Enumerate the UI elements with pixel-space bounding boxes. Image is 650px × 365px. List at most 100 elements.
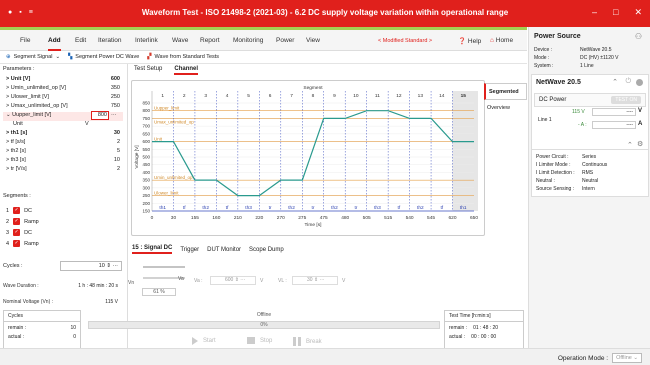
tab-trigger[interactable]: Trigger — [180, 247, 199, 253]
home-button[interactable]: ⌂ Home — [490, 37, 513, 44]
x-tick-label: 540 — [406, 215, 414, 221]
menu-monitoring[interactable]: Monitoring — [233, 37, 263, 44]
param-row[interactable]: > th2 [s] 5 — [3, 148, 123, 157]
va-input[interactable]: 600 ⇕ ··· — [210, 276, 256, 285]
checkbox-checked-icon[interactable]: ✓ — [13, 229, 21, 236]
operation-mode-select[interactable]: Offline ⌄ — [612, 353, 642, 363]
segment-item[interactable]: 1 ✓ DC — [6, 206, 32, 215]
power-source-panel: Power Source ⚇ Device : NetWave 20.5 Mode… — [528, 27, 650, 348]
region-label: th2 — [202, 205, 209, 211]
tab-test-setup[interactable]: Test Setup — [134, 66, 162, 75]
menu-file[interactable]: File — [20, 37, 30, 44]
test-on-button[interactable]: TEST ON — [611, 96, 641, 104]
actual-label: actual : — [8, 334, 25, 340]
connect-icon[interactable]: ⚇ — [635, 32, 642, 41]
region-label: tr — [269, 205, 272, 211]
tab-overview[interactable]: Overview — [484, 100, 527, 117]
y-tick-label: 300 — [142, 185, 150, 190]
param-row[interactable]: > th1 [s] 30 — [3, 130, 123, 139]
param-name: th3 [s] — [10, 157, 26, 163]
segment-item[interactable]: 2 ✓ Ramp — [6, 217, 39, 226]
break-button[interactable]: Break — [293, 337, 322, 346]
power-icon[interactable]: ⏻ — [625, 78, 631, 86]
segment-number-label: 6 — [269, 93, 272, 99]
percent-input[interactable]: 61 % — [142, 288, 176, 296]
device-row: Device : NetWave 20.5 — [534, 47, 612, 53]
close-icon[interactable]: ✕ — [634, 7, 642, 18]
tab-dut-monitor[interactable]: DUT Monitor — [207, 247, 241, 253]
minimize-icon[interactable]: – — [592, 7, 597, 18]
segment-number-label: 7 — [290, 93, 293, 99]
help-button[interactable]: ❓ Help — [458, 37, 481, 45]
menu-edit[interactable]: Edit — [75, 37, 86, 44]
x-tick-label: 480 — [341, 215, 349, 221]
sensing-label: Source Sensing : — [536, 186, 575, 192]
menu-iteration[interactable]: Iteration — [98, 37, 122, 44]
x-tick-label: 30 — [171, 215, 177, 221]
menu-report[interactable]: Report — [200, 37, 220, 44]
param-key: > tf [s/s] — [6, 139, 26, 145]
tab-segmented[interactable]: Segmented — [484, 83, 527, 100]
param-row[interactable]: > tf [s/s] 2 — [3, 139, 123, 148]
start-button[interactable]: Start — [192, 337, 216, 345]
checkbox-checked-icon[interactable]: ✓ — [13, 207, 21, 214]
menu-add[interactable]: Add — [48, 37, 61, 51]
wave-from-standard-button[interactable]: ▞ Wave from Standard Tests — [147, 54, 219, 60]
more-icon[interactable]: ··· — [111, 112, 117, 118]
chevron-down-icon: ⌄ — [55, 54, 61, 60]
collapse-icon[interactable]: ⌃ — [627, 141, 633, 149]
cycles-input[interactable]: 10 ⇕ ··· — [60, 261, 122, 271]
va-value: 600 — [225, 277, 234, 283]
menu-wave[interactable]: Wave — [172, 37, 188, 44]
limit-detection-label: I Limit Detection : — [536, 170, 575, 176]
segment-power-dc-button[interactable]: ▚ Segment Power DC Wave — [68, 54, 139, 60]
accent-strip — [0, 27, 527, 30]
param-row[interactable]: > th3 [s] 10 — [3, 157, 123, 166]
vl-input[interactable]: 30 ⇕ ··· — [292, 276, 338, 285]
tab-scope-dump[interactable]: Scope Dump — [249, 247, 284, 253]
param-row[interactable]: > Umin_unlimited_op [V] 350 — [3, 85, 123, 94]
pause-icon — [293, 337, 301, 346]
x-tick-label: 650 — [470, 215, 478, 221]
param-name: Unit [V] — [10, 76, 31, 82]
param-row[interactable]: > Unit [V] 600 — [3, 76, 123, 85]
test-time-actual-row: actual : 00 : 00 : 00 — [445, 331, 523, 340]
region-label: tf — [183, 205, 186, 211]
region-label: th2 — [288, 205, 295, 211]
param-name: tf [s/s] — [10, 139, 26, 145]
region-label: tf — [226, 205, 229, 211]
settings-icon[interactable]: ⚙ — [637, 140, 643, 148]
checkbox-checked-icon[interactable]: ✓ — [13, 240, 21, 247]
maximize-icon[interactable]: □ — [613, 7, 618, 18]
parameters-header: Parameters : — [3, 66, 35, 72]
segment-signal-button[interactable]: ⊕ Segment Signal ⌄ — [6, 54, 60, 60]
param-name: th2 [s] — [10, 148, 26, 154]
checkbox-checked-icon[interactable]: ✓ — [13, 218, 21, 225]
cycles-label: Cycles : — [3, 263, 23, 269]
mode-label: Mode : — [534, 55, 550, 61]
y-tick-label: 550 — [142, 147, 150, 152]
x-tick-label: 275 — [298, 215, 306, 221]
tab-channel[interactable]: Channel — [174, 66, 198, 75]
x-tick-label: 220 — [255, 215, 263, 221]
param-row[interactable]: > tr [V/s] 2 — [3, 166, 123, 175]
param-row[interactable]: > Ulower_limit [V] 250 — [3, 94, 123, 103]
menu-interlink[interactable]: Interlink — [135, 37, 158, 44]
operation-mode-value: Offline — [616, 355, 632, 361]
segment-item[interactable]: 3 ✓ DC — [6, 228, 32, 237]
segment-number-label: 5 — [247, 93, 250, 99]
menu-power[interactable]: Power — [276, 37, 294, 44]
param-edit-field[interactable]: 800 — [91, 111, 109, 120]
top-tabs: Test Setup Channel — [134, 66, 198, 75]
param-row-selected[interactable]: ⌄ Uupper_limit [V] 800 ··· — [3, 111, 123, 121]
break-label: Break — [306, 338, 322, 345]
chevron-up-icon[interactable]: ⌃ — [612, 78, 618, 86]
segment-item[interactable]: 4 ✓ Ramp — [6, 239, 39, 248]
y-tick-label: 250 — [142, 193, 150, 198]
operation-mode: Operation Mode : Offline ⌄ — [558, 353, 642, 363]
stop-button[interactable]: Stop — [247, 337, 272, 344]
cycles-remain-row: remain : 10 — [4, 322, 80, 331]
menu-view[interactable]: View — [306, 37, 320, 44]
param-key: > Umin_unlimited_op [V] — [6, 85, 67, 91]
tab-signal-dc[interactable]: 15 : Signal DC — [132, 245, 172, 254]
